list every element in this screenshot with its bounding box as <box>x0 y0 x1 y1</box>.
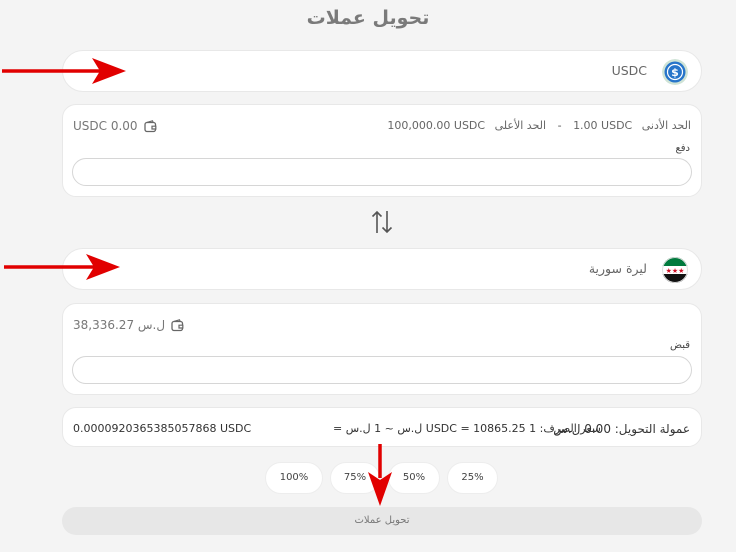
exchange-rate-text: سعر الصرف: 1 USDC = 10865.25 ل.س ~ 1 ل.س… <box>333 422 601 435</box>
swap-currencies-icon[interactable] <box>369 208 395 236</box>
min-value: 1.00 USDC <box>573 119 633 132</box>
wallet-icon <box>143 119 157 133</box>
to-currency-name: ليرة سورية <box>588 261 647 276</box>
wallet-icon <box>171 318 184 332</box>
annotation-arrow-icon <box>4 254 120 280</box>
from-currency-name: USDC <box>611 63 647 78</box>
svg-text:$: $ <box>671 66 679 79</box>
annotation-arrow-icon <box>368 444 392 506</box>
max-label: الحد الأعلى <box>494 119 547 132</box>
from-limits: الحد الأدنى 1.00 USDC - الحد الأعلى 100,… <box>387 119 691 132</box>
to-amount-card: 38,336.27 ل.س قبض <box>62 303 702 395</box>
annotation-arrow-icon <box>2 58 126 84</box>
to-balance: 38,336.27 ل.س <box>73 318 184 332</box>
pay-amount-input[interactable] <box>72 158 692 186</box>
page-title: تحويل عملات <box>306 7 430 29</box>
pay-label: دفع <box>675 143 690 154</box>
to-balance-value: 38,336.27 ل.س <box>73 318 166 332</box>
percent-button-50[interactable]: 50% <box>388 462 440 494</box>
percent-button-25[interactable]: 25% <box>447 462 498 494</box>
percent-button-100[interactable]: 100% <box>265 462 323 494</box>
from-balance: USDC 0.00 <box>73 119 157 133</box>
to-currency-selector[interactable]: ★★★ ليرة سورية <box>62 248 702 290</box>
convert-button[interactable]: تحويل عملات <box>62 507 702 535</box>
max-value: 100,000.00 USDC <box>387 119 486 132</box>
conversion-info-card: عمولة التحويل: 0.00 ل.س سعر الصرف: 1 USD… <box>62 407 702 447</box>
exchange-rate-inverse: 0.0000920365385057868 USDC <box>73 422 252 435</box>
from-balance-value: USDC 0.00 <box>73 119 138 133</box>
usdc-icon: $ <box>662 59 688 85</box>
svg-text:★★★: ★★★ <box>666 267 685 275</box>
receive-amount-input[interactable] <box>72 356 692 384</box>
from-currency-selector[interactable]: $ USDC <box>62 50 702 92</box>
min-label: الحد الأدنى <box>641 119 691 132</box>
from-amount-card: الحد الأدنى 1.00 USDC - الحد الأعلى 100,… <box>62 104 702 197</box>
syria-flag-icon: ★★★ <box>662 257 688 283</box>
receive-label: قبض <box>669 340 690 351</box>
limits-separator: - <box>557 119 562 132</box>
